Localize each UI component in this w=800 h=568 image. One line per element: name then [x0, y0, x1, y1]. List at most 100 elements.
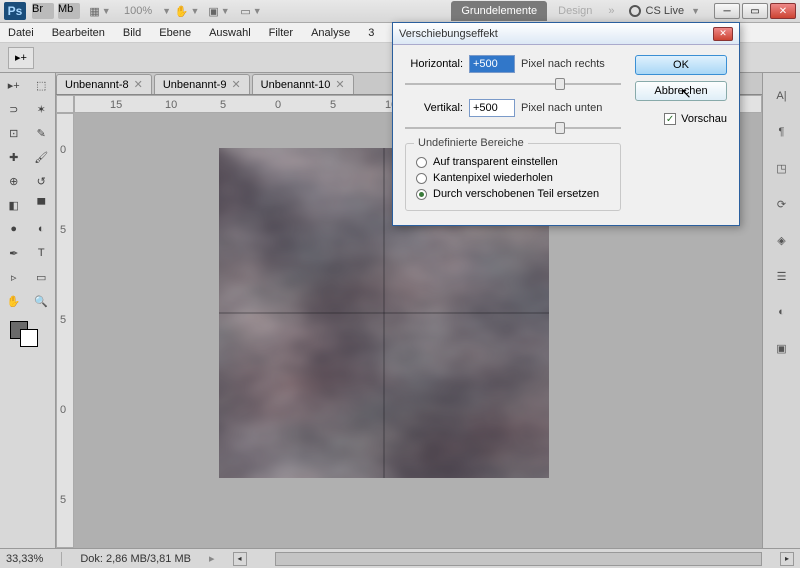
character-panel-icon[interactable]: A|	[771, 85, 793, 107]
blur-tool-icon[interactable]: ●	[0, 217, 28, 241]
path-selection-tool-icon[interactable]: ▹	[0, 265, 28, 289]
horizontal-scrollbar[interactable]	[275, 552, 762, 566]
minibridge-button[interactable]: Mb	[58, 3, 80, 19]
workspace-tab-design[interactable]: Design	[548, 1, 602, 21]
vertical-label: Vertikal:	[405, 102, 463, 114]
workspace-tab-grundelemente[interactable]: Grundelemente	[451, 1, 547, 21]
radio-wrap-around[interactable]: Durch verschobenen Teil ersetzen	[416, 188, 610, 200]
status-bar: 33,33% Dok: 2,86 MB/3,81 MB ▸ ◂ ▸	[0, 548, 800, 568]
ruler-tick: 5	[330, 99, 336, 111]
actions-panel-icon[interactable]: ▣	[771, 337, 793, 359]
document-tab[interactable]: Unbenannt-10 ✕	[252, 74, 354, 94]
scroll-left-button[interactable]: ◂	[233, 552, 247, 566]
ruler-tick: 0	[60, 144, 66, 156]
navigator-panel-icon[interactable]: ◳	[771, 157, 793, 179]
menu-datei[interactable]: Datei	[8, 27, 34, 39]
eraser-tool-icon[interactable]: ◧	[0, 193, 28, 217]
ruler-tick: 15	[110, 99, 122, 111]
cancel-button[interactable]: Abbrechen	[635, 81, 727, 101]
ruler-tick: 0	[275, 99, 281, 111]
background-color-swatch[interactable]	[20, 329, 38, 347]
dialog-close-button[interactable]: ✕	[713, 27, 733, 41]
menu-analyse[interactable]: Analyse	[311, 27, 350, 39]
cslive-button[interactable]: CS Live▼	[621, 5, 708, 17]
menu-3d[interactable]: 3	[368, 27, 374, 39]
hand-tool-icon[interactable]: ✋▼	[176, 2, 198, 20]
menu-auswahl[interactable]: Auswahl	[209, 27, 251, 39]
close-tab-icon[interactable]: ✕	[335, 78, 344, 91]
ok-button[interactable]: OK	[635, 55, 727, 75]
window-minimize-button[interactable]: ─	[714, 3, 740, 19]
document-tab-title: Unbenannt-9	[163, 79, 227, 91]
paragraph-panel-icon[interactable]: ¶	[771, 121, 793, 143]
layers-panel-icon[interactable]: ◈	[771, 229, 793, 251]
zoom-tool-icon[interactable]: 🔍	[28, 289, 56, 313]
dialog-titlebar[interactable]: Verschiebungseffekt ✕	[393, 23, 739, 45]
hand-tool-icon-panel[interactable]: ✋	[0, 289, 28, 313]
undefined-areas-group: Undefinierte Bereiche Auf transparent ei…	[405, 143, 621, 211]
divider	[61, 552, 62, 566]
cslive-icon	[629, 5, 641, 17]
ruler-tick: 10	[165, 99, 177, 111]
menu-filter[interactable]: Filter	[269, 27, 293, 39]
radio-label: Auf transparent einstellen	[433, 156, 558, 168]
document-tab-title: Unbenannt-8	[65, 79, 129, 91]
document-tab[interactable]: Unbenannt-8 ✕	[56, 74, 152, 94]
brush-tool-icon[interactable]: 🖌	[28, 145, 56, 169]
radio-repeat-edge[interactable]: Kantenpixel wiederholen	[416, 172, 610, 184]
adjustments-panel-icon[interactable]: ⟳	[771, 193, 793, 215]
ruler-corner	[56, 95, 74, 113]
ruler-tick: 5	[60, 314, 66, 326]
marquee-tool-icon[interactable]: ⬚	[28, 73, 56, 97]
status-docsize[interactable]: Dok: 2,86 MB/3,81 MB	[80, 553, 191, 565]
close-tab-icon[interactable]: ✕	[134, 78, 143, 91]
zoom-level[interactable]: 100%	[124, 5, 152, 17]
ruler-tick: 0	[60, 404, 66, 416]
vertical-suffix: Pixel nach unten	[521, 102, 602, 114]
preview-checkbox[interactable]: ✓Vorschau	[664, 113, 727, 125]
horizontal-input[interactable]	[469, 55, 515, 73]
type-tool-icon[interactable]: T	[28, 241, 56, 265]
menu-bearbeiten[interactable]: Bearbeiten	[52, 27, 105, 39]
menu-ebene[interactable]: Ebene	[159, 27, 191, 39]
screen-mode-icon[interactable]: ▭▼	[240, 2, 262, 20]
photoshop-logo-icon: Ps	[4, 2, 26, 20]
stamp-tool-icon[interactable]: ⊕	[0, 169, 28, 193]
app-header: Ps Br Mb ▦▼ 100%▼ ✋▼ ▣▼ ▭▼ Grundelemente…	[0, 0, 800, 23]
arrange-docs-icon[interactable]: ▣▼	[208, 2, 230, 20]
cslive-label: CS Live	[646, 5, 685, 17]
move-tool-icon[interactable]: ▸+	[0, 73, 28, 97]
current-tool-icon[interactable]: ▸+	[8, 47, 34, 69]
window-close-button[interactable]: ✕	[770, 3, 796, 19]
status-zoom[interactable]: 33,33%	[6, 553, 43, 565]
radio-transparent[interactable]: Auf transparent einstellen	[416, 156, 610, 168]
pen-tool-icon[interactable]: ✒	[0, 241, 28, 265]
ruler-tick: 5	[60, 224, 66, 236]
vertical-input[interactable]	[469, 99, 515, 117]
crop-tool-icon[interactable]: ⊡	[0, 121, 28, 145]
scroll-right-button[interactable]: ▸	[780, 552, 794, 566]
menu-bild[interactable]: Bild	[123, 27, 141, 39]
magic-wand-tool-icon[interactable]: ✶	[28, 97, 56, 121]
healing-brush-tool-icon[interactable]: ✚	[0, 145, 28, 169]
ruler-vertical[interactable]: 0 5 5 0 5	[56, 113, 74, 548]
dialog-title-text: Verschiebungseffekt	[399, 28, 498, 40]
dodge-tool-icon[interactable]: ◐	[28, 217, 56, 241]
horizontal-slider[interactable]	[405, 77, 621, 91]
close-tab-icon[interactable]: ✕	[231, 78, 240, 91]
channels-panel-icon[interactable]: ☰	[771, 265, 793, 287]
vertical-slider[interactable]	[405, 121, 621, 135]
lasso-tool-icon[interactable]: ⊃	[0, 97, 28, 121]
bridge-button[interactable]: Br	[32, 3, 54, 19]
workspace-more-icon[interactable]: »	[602, 5, 620, 17]
window-maximize-button[interactable]: ▭	[742, 3, 768, 19]
gradient-tool-icon[interactable]: ▀	[28, 193, 56, 217]
shape-tool-icon[interactable]: ▭	[28, 265, 56, 289]
history-brush-tool-icon[interactable]: ↺	[28, 169, 56, 193]
ruler-tick: 5	[60, 494, 66, 506]
paths-panel-icon[interactable]: ◐	[771, 301, 793, 323]
document-tab-title: Unbenannt-10	[261, 79, 331, 91]
document-tab[interactable]: Unbenannt-9 ✕	[154, 74, 250, 94]
eyedropper-tool-icon[interactable]: ✎	[28, 121, 56, 145]
view-extras-icon[interactable]: ▦▼	[89, 2, 111, 20]
